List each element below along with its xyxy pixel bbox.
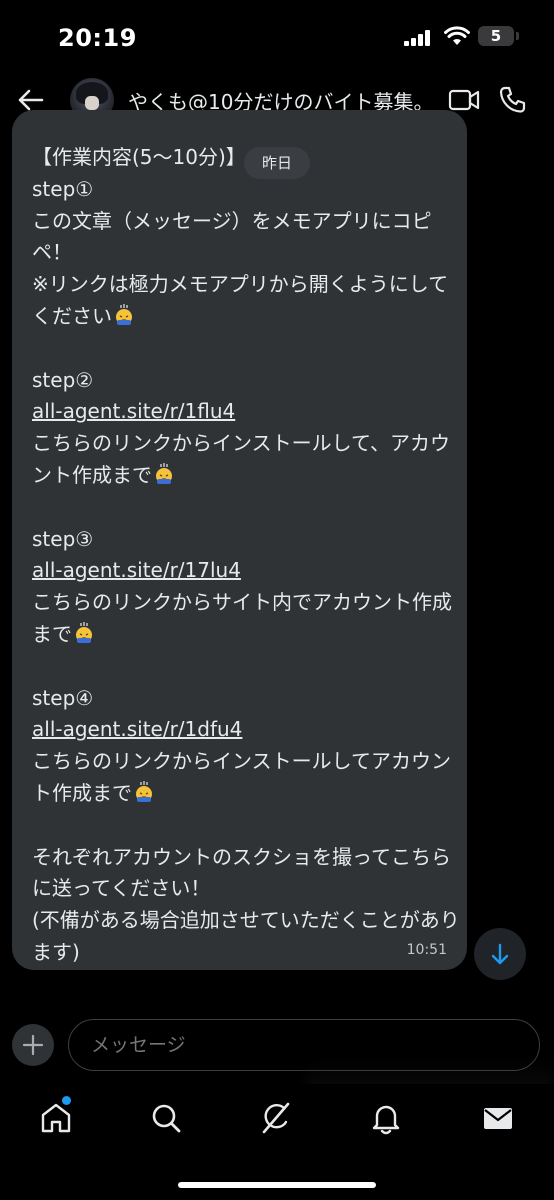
step2-text: こちらのリンクからインストールして、アカウント作成まで — [32, 431, 450, 487]
step2-link[interactable]: all-agent.site/r/1flu4 — [32, 399, 235, 423]
phone-call-icon[interactable] — [498, 85, 528, 115]
step4-link[interactable]: all-agent.site/r/1dfu4 — [32, 717, 242, 741]
cellular-signal-icon — [404, 30, 432, 46]
nav-messages[interactable] — [480, 1100, 516, 1136]
nav-home[interactable] — [38, 1096, 74, 1136]
grok-icon — [262, 1102, 290, 1134]
message-bubble[interactable]: 【作業内容(5〜10分)】 step① この文章（メッセージ）をメモアプリにコピ… — [12, 110, 467, 970]
plus-icon — [22, 1034, 44, 1056]
header-line: 【作業内容(5〜10分)】 — [32, 145, 246, 169]
message-text: 【作業内容(5〜10分)】 step① この文章（メッセージ）をメモアプリにコピ… — [32, 142, 462, 969]
exhausted-face-emoji-icon — [156, 462, 172, 484]
nav-notifications[interactable] — [368, 1100, 404, 1136]
closing-text: それぞれアカウントのスクショを撮ってこちらに送ってください！ (不備がある場合追… — [32, 844, 460, 964]
step3-title: step③ — [32, 526, 94, 551]
notifications-icon — [372, 1105, 400, 1135]
battery-tip — [516, 32, 519, 40]
nav-grok[interactable] — [258, 1100, 294, 1136]
step4-title: step④ — [32, 685, 94, 710]
step1-text: この文章（メッセージ）をメモアプリにコピペ！ ※リンクは極力メモアプリから開くよ… — [32, 208, 449, 328]
exhausted-face-emoji-icon — [76, 621, 92, 643]
notification-dot — [62, 1096, 71, 1105]
exhausted-face-emoji-icon — [136, 780, 152, 802]
messages-icon — [484, 1108, 512, 1129]
battery-indicator: 5 — [478, 26, 514, 46]
add-attachment-button[interactable] — [12, 1024, 54, 1066]
home-icon — [41, 1103, 71, 1133]
status-bar: 20:19 5 — [0, 0, 554, 70]
exhausted-face-emoji-icon — [116, 303, 132, 325]
search-icon — [152, 1104, 181, 1133]
step4-text: こちらのリンクからインストールしてアカウント作成まで — [32, 749, 451, 805]
message-timestamp: 10:51 — [406, 942, 447, 958]
video-call-icon[interactable] — [448, 87, 480, 113]
status-time: 20:19 — [58, 24, 137, 52]
scroll-to-bottom-button[interactable] — [474, 928, 526, 980]
arrow-down-icon — [491, 943, 509, 965]
step2-title: step② — [32, 367, 94, 392]
step1-title: step① — [32, 176, 94, 201]
step3-link[interactable]: all-agent.site/r/17lu4 — [32, 558, 241, 582]
home-indicator — [178, 1182, 376, 1188]
nav-search[interactable] — [148, 1100, 184, 1136]
wifi-icon — [444, 26, 470, 45]
date-separator: 昨日 — [244, 147, 310, 179]
